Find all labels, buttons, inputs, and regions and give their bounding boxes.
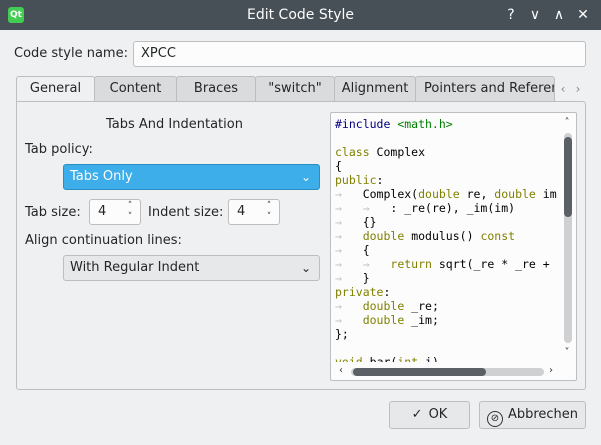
- tab-size-spinbox[interactable]: 4 ˄ ˅: [89, 199, 141, 225]
- tab-switch[interactable]: "switch": [255, 76, 335, 102]
- code-line: → → return sqrt(_re * _re +: [335, 257, 550, 271]
- tab-policy-label: Tab policy:: [25, 142, 93, 157]
- code-line: → }: [335, 271, 370, 285]
- tab-scroll-left-icon[interactable]: ‹: [557, 80, 569, 98]
- code-style-name-input[interactable]: XPCC: [133, 41, 586, 67]
- scroll-up-icon[interactable]: ˄: [561, 117, 573, 129]
- code-line: #include <math.h>: [335, 117, 453, 131]
- code-line: private:: [335, 285, 391, 299]
- spin-down-icon[interactable]: ˅: [263, 212, 275, 223]
- tab-size-label: Tab size:: [25, 205, 81, 220]
- scrollbar-thumb[interactable]: [353, 368, 486, 376]
- code-line: };: [335, 327, 349, 341]
- section-title: Tabs And Indentation: [106, 117, 243, 132]
- check-icon: ✓: [411, 407, 423, 422]
- code-line: void bar(int i): [335, 355, 439, 362]
- tab-general[interactable]: General: [16, 76, 95, 103]
- ok-label: OK: [428, 407, 448, 422]
- close-button[interactable]: ✕: [573, 5, 593, 25]
- cancel-icon: ⊘: [486, 411, 503, 427]
- indent-size-label: Indent size:: [148, 205, 224, 220]
- align-continuation-value: With Regular Indent: [70, 260, 200, 275]
- scroll-down-icon[interactable]: ˅: [561, 347, 573, 359]
- code-line: → {: [335, 243, 370, 257]
- spin-up-icon[interactable]: ˄: [263, 201, 275, 212]
- tab-content[interactable]: Content: [94, 76, 177, 102]
- code-line: → double modulus() const: [335, 229, 516, 243]
- tab-size-value: 4: [98, 204, 107, 219]
- code-style-name-label: Code style name:: [14, 46, 128, 61]
- code-line: class Complex: [335, 145, 426, 159]
- spin-down-icon[interactable]: ˅: [124, 212, 136, 223]
- align-continuation-select[interactable]: With Regular Indent ⌄: [63, 255, 320, 281]
- code-line: → → : _re(re), _im(im): [335, 201, 516, 215]
- code-preview[interactable]: #include <math.h> class Complex{public: →…: [330, 112, 577, 381]
- cancel-label: Abbrechen: [507, 407, 579, 422]
- scroll-left-icon[interactable]: ‹: [335, 365, 347, 377]
- chevron-down-icon: ⌄: [300, 261, 311, 275]
- code-preview-text: #include <math.h> class Complex{public: →…: [335, 117, 562, 362]
- chevron-down-icon: ⌄: [300, 170, 311, 184]
- vertical-scrollbar[interactable]: ˄ ˅: [561, 117, 573, 362]
- ok-button[interactable]: ✓ OK: [389, 401, 470, 429]
- code-line: public:: [335, 173, 384, 187]
- code-line: → double _re;: [335, 299, 439, 313]
- align-continuation-label: Align continuation lines:: [25, 233, 182, 248]
- minimize-button[interactable]: ∨: [525, 5, 545, 25]
- code-line: → double _im;: [335, 313, 439, 327]
- tab-braces[interactable]: Braces: [176, 76, 256, 102]
- indent-size-spinbox[interactable]: 4 ˄ ˅: [228, 199, 280, 225]
- tab-policy-value: Tabs Only: [70, 169, 133, 184]
- indent-size-value: 4: [237, 204, 246, 219]
- maximize-button[interactable]: ∧: [549, 5, 569, 25]
- tab-pointers-and-references[interactable]: Pointers and References: [415, 76, 555, 102]
- code-line: → Complex(double re, double im: [335, 187, 557, 201]
- scroll-right-icon[interactable]: ›: [545, 365, 557, 377]
- code-line: {: [335, 159, 342, 173]
- cancel-button[interactable]: ⊘ Abbrechen: [479, 401, 586, 429]
- help-button[interactable]: ?: [501, 5, 521, 25]
- tab-alignment[interactable]: Alignment: [334, 76, 416, 102]
- spin-up-icon[interactable]: ˄: [124, 201, 136, 212]
- tab-scroll-right-icon[interactable]: ›: [572, 80, 584, 98]
- tab-policy-select[interactable]: Tabs Only ⌄: [63, 164, 320, 190]
- horizontal-scrollbar[interactable]: ‹ ›: [335, 365, 560, 377]
- code-line: → {}: [335, 215, 377, 229]
- scrollbar-thumb[interactable]: [564, 137, 572, 217]
- title-bar: Qt Edit Code Style ? ∨ ∧ ✕: [0, 0, 601, 30]
